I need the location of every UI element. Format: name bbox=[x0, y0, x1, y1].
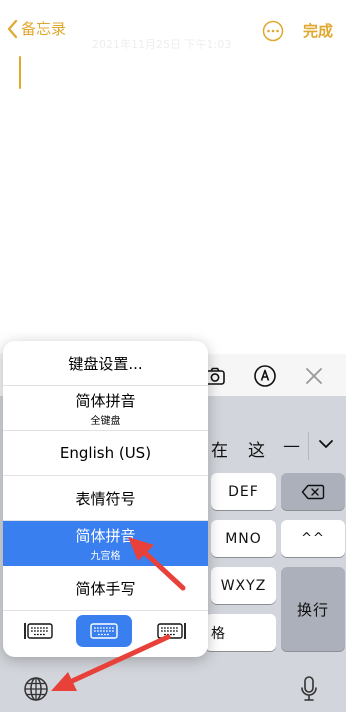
menu-item-label: 键盘设置... bbox=[68, 354, 143, 373]
menu-item-label: 简体拼音 bbox=[75, 527, 136, 545]
menu-item-emoji[interactable]: 表情符号 bbox=[3, 476, 208, 521]
menu-item-label: English (US) bbox=[59, 444, 152, 462]
menu-item-label: 简体拼音 bbox=[75, 391, 136, 410]
delete-key[interactable] bbox=[281, 473, 345, 510]
candidate-word[interactable]: 在 bbox=[211, 436, 228, 461]
keyboard-full-button[interactable] bbox=[76, 615, 132, 647]
ellipsis-circle-icon bbox=[262, 20, 284, 42]
close-icon[interactable] bbox=[302, 364, 326, 388]
key-space[interactable]: 格 bbox=[205, 614, 276, 651]
menu-item-english[interactable]: English (US) bbox=[3, 431, 208, 476]
back-label: 备忘录 bbox=[21, 20, 67, 38]
more-button[interactable] bbox=[262, 20, 284, 42]
keyboard-left-icon bbox=[24, 623, 53, 639]
key-emoticon[interactable]: ^^ bbox=[281, 520, 345, 557]
menu-item-pinyin-qwerty[interactable]: 简体拼音 全键盘 bbox=[3, 386, 208, 431]
keyboard-full-icon bbox=[90, 623, 118, 639]
candidate-divider bbox=[308, 432, 309, 460]
navigation-bar: 备忘录 2021年11月25日 下午1:03 完成 bbox=[0, 0, 346, 60]
markup-pen-icon[interactable] bbox=[253, 364, 277, 388]
chevron-down-icon[interactable] bbox=[318, 438, 334, 450]
keyboard-mode-bar bbox=[3, 611, 208, 657]
microphone-icon[interactable] bbox=[300, 675, 318, 703]
back-button[interactable]: 备忘录 bbox=[6, 18, 66, 39]
note-date: 2021年11月25日 下午1:03 bbox=[92, 38, 232, 51]
menu-item-pinyin-9key[interactable]: 简体拼音 九宫格 bbox=[3, 521, 208, 566]
menu-item-label: 表情符号 bbox=[75, 489, 136, 508]
key-wxyz[interactable]: WXYZ bbox=[211, 567, 276, 604]
menu-item-label: 简体手写 bbox=[75, 579, 136, 598]
text-cursor[interactable] bbox=[19, 56, 21, 89]
keyboard-left-button[interactable] bbox=[11, 615, 67, 647]
return-key[interactable]: 换行 bbox=[281, 567, 345, 651]
key-def[interactable]: DEF bbox=[211, 473, 276, 510]
menu-item-keyboard-settings[interactable]: 键盘设置... bbox=[3, 341, 208, 386]
menu-item-handwriting[interactable]: 简体手写 bbox=[3, 566, 208, 611]
delete-backspace-icon bbox=[301, 484, 325, 499]
done-button[interactable]: 完成 bbox=[303, 20, 333, 41]
globe-icon[interactable] bbox=[23, 676, 49, 702]
keyboard-bottom-bar bbox=[0, 664, 346, 712]
menu-item-sublabel: 九宫格 bbox=[90, 551, 121, 562]
keyboard-switch-menu: 键盘设置... 简体拼音 全键盘 English (US) 表情符号 简体拼音 … bbox=[3, 341, 208, 657]
candidate-word[interactable]: — bbox=[283, 436, 300, 456]
candidate-word[interactable]: 这 bbox=[248, 436, 265, 461]
keyboard-right-button[interactable] bbox=[143, 615, 199, 647]
chevron-left-icon bbox=[7, 19, 18, 38]
menu-item-sublabel: 全键盘 bbox=[90, 415, 121, 427]
key-mno[interactable]: MNO bbox=[211, 520, 276, 557]
keyboard-right-icon bbox=[157, 623, 186, 639]
